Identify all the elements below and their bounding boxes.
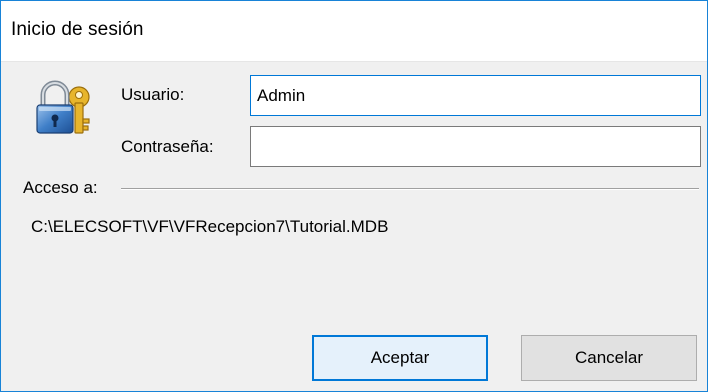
title-bar[interactable]: Inicio de sesión xyxy=(1,1,707,62)
window-title: Inicio de sesión xyxy=(11,19,144,40)
lock-key-icon xyxy=(36,80,90,134)
password-input[interactable] xyxy=(250,126,701,167)
access-group-label: Acceso a: xyxy=(23,178,102,198)
user-input[interactable] xyxy=(250,75,701,116)
database-path: C:\ELECSOFT\VF\VFRecepcion7\Tutorial.MDB xyxy=(31,217,389,236)
access-group-divider xyxy=(121,188,699,190)
password-label: Contraseña: xyxy=(121,137,214,156)
login-dialog: Inicio de sesión Usuario: Contraseña: xyxy=(0,0,708,392)
accept-button[interactable]: Aceptar xyxy=(312,335,488,381)
cancel-button[interactable]: Cancelar xyxy=(521,335,697,381)
user-label: Usuario: xyxy=(121,85,185,104)
